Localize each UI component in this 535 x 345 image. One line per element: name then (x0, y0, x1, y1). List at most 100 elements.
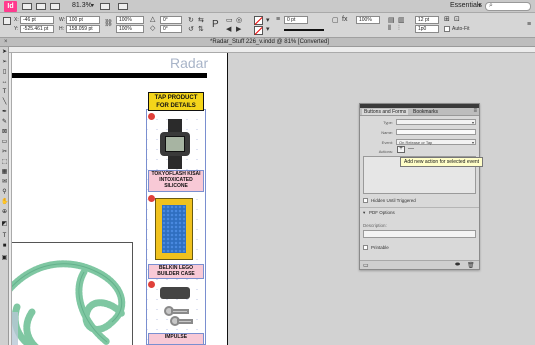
page-tool-icon[interactable]: ▯ (1, 69, 8, 75)
y-position-field[interactable]: -525.461 pt (20, 25, 54, 33)
preview-spread-icon[interactable]: ▭ (363, 262, 369, 269)
pencil-tool-icon[interactable]: ✎ (1, 119, 8, 125)
rectangle-tool-icon[interactable]: ▭ (1, 139, 8, 145)
width-field[interactable]: 100 pt (66, 16, 100, 24)
remove-action-button[interactable]: — (408, 146, 414, 152)
select-container-icon[interactable]: ▭ (226, 16, 233, 24)
column-gutter-field[interactable]: 1p0 (415, 25, 439, 33)
flip-horizontal-icon[interactable]: ⇆ (198, 16, 204, 24)
apply-color-icon[interactable]: ■ (1, 243, 8, 249)
drop-shadow-icon[interactable]: ▢ (332, 16, 339, 24)
bridge-icon[interactable] (22, 3, 32, 10)
zoom-level[interactable]: 81.3% (72, 2, 92, 9)
indesign-logo[interactable]: Id (4, 1, 17, 12)
image-frame[interactable] (12, 242, 133, 345)
remote-product-image[interactable] (160, 287, 190, 299)
fill-swatch[interactable] (254, 16, 263, 25)
x-position-field[interactable]: -46 pt (20, 16, 54, 24)
text-frame-options-icon[interactable]: ▥ (398, 16, 405, 24)
flip-vertical-icon[interactable]: ⇅ (198, 25, 204, 33)
lego-case-product-image[interactable] (155, 198, 193, 260)
event-select[interactable]: On Release or Tap ▾ (396, 139, 476, 145)
type-select[interactable]: ▾ (396, 119, 476, 125)
gradient-tool-icon[interactable]: ▦ (1, 169, 8, 175)
control-panel-menu-icon[interactable]: ≡ (527, 21, 531, 28)
line-tool-icon[interactable]: ╲ (1, 99, 8, 105)
rectangle-frame-tool-icon[interactable]: ⊠ (1, 129, 8, 135)
height-field[interactable]: 158.059 pt (66, 25, 100, 33)
fitting-icon[interactable]: ⊞ (444, 15, 450, 23)
pen-tool-icon[interactable]: ✒ (1, 109, 8, 115)
fill-stroke-icon[interactable]: ◩ (1, 221, 8, 227)
hand-tool-icon[interactable]: ✋ (1, 199, 8, 205)
zoom-tool-icon[interactable]: ⊕ (1, 209, 8, 215)
chevron-down-icon[interactable]: ▾ (266, 16, 270, 24)
watch-product-image[interactable] (157, 119, 193, 169)
rotate-ccw-icon[interactable]: ↺ (188, 25, 194, 33)
button-marker-icon[interactable] (148, 195, 155, 202)
text-wrap-icon[interactable]: ▤ (388, 16, 395, 24)
formatting-icon[interactable]: T (1, 233, 8, 239)
chevron-down-icon[interactable]: ▾ (478, 2, 481, 9)
product-label-watch[interactable]: TOKYOFLASH KISAI INTOXICATED SILICONE (148, 170, 204, 192)
select-content-icon[interactable]: ◎ (236, 16, 242, 24)
inset-field[interactable]: 12 pt (415, 16, 439, 24)
layout-icon[interactable] (118, 3, 128, 10)
type-tool-icon[interactable]: T (1, 89, 8, 95)
panel-menu-icon[interactable]: ≡ (473, 108, 477, 114)
scale-x-field[interactable]: 100% (116, 16, 144, 24)
gap-tool-icon[interactable]: ↔ (1, 79, 8, 85)
view-options-icon[interactable] (36, 3, 46, 10)
paragraph-direction-icon[interactable]: P (212, 19, 219, 30)
convert-to-button-icon[interactable]: ⬬ (455, 262, 460, 269)
screen-mode-icon[interactable]: ▣ (1, 255, 8, 261)
name-input[interactable] (396, 129, 476, 135)
pdf-options-heading[interactable]: PDF Options (369, 210, 395, 215)
trash-icon[interactable]: 🗑 (467, 262, 475, 269)
chevron-down-icon[interactable]: ▾ (266, 25, 270, 33)
screen-mode-icon[interactable] (50, 3, 60, 10)
keys-product-image[interactable] (160, 303, 194, 329)
stroke-swatch[interactable] (254, 26, 263, 35)
rotation-angle-field[interactable]: 0° (160, 16, 182, 24)
scale-y-field[interactable]: 100% (116, 25, 144, 33)
align-icon[interactable]: ⫴ (388, 25, 391, 33)
select-previous-icon[interactable]: ◀ (226, 25, 231, 33)
printable-checkbox[interactable] (363, 245, 368, 250)
chevron-down-icon[interactable]: ▾ (91, 2, 94, 9)
hidden-until-triggered-checkbox[interactable] (363, 198, 368, 203)
free-transform-tool-icon[interactable]: ⬚ (1, 159, 8, 165)
select-next-icon[interactable]: ▶ (236, 25, 241, 33)
tap-product-banner[interactable]: TAP PRODUCT FOR DETAILS (148, 92, 204, 111)
document-tab-title[interactable]: *Radar_Stuff 226_v.indd @ 81% [Converted… (210, 39, 329, 45)
button-marker-icon[interactable] (148, 113, 155, 120)
direct-selection-tool-icon[interactable]: ➢ (1, 59, 8, 65)
selection-tool-icon[interactable]: ➤ (1, 49, 8, 55)
constrain-proportions-icon[interactable]: ⛓ (104, 19, 113, 27)
product-label-impulse[interactable]: IMPULSE (148, 333, 204, 345)
button-marker-icon[interactable] (148, 281, 155, 288)
eyedropper-tool-icon[interactable]: ⚲ (1, 189, 8, 195)
close-icon[interactable]: × (4, 39, 8, 45)
effects-icon[interactable]: fx (342, 16, 347, 23)
reference-point-icon[interactable] (3, 17, 11, 25)
stroke-weight-field[interactable]: 0 pt (284, 16, 308, 24)
distribute-icon[interactable]: ⫶ (398, 25, 400, 33)
product-label-lego[interactable]: BELKIN LEGO BUILDER CASE (148, 264, 204, 279)
tab-buttons-and-forms[interactable]: Buttons and Forms (362, 109, 409, 115)
pdf-options-disclosure-icon[interactable]: ▾ (363, 210, 365, 216)
tab-bookmarks[interactable]: Bookmarks (413, 109, 438, 115)
stroke-type-preview[interactable] (284, 29, 324, 31)
note-tool-icon[interactable]: ✉ (1, 179, 8, 185)
buttons-and-forms-panel[interactable]: Buttons and Forms Bookmarks ≡ Type: ▾ Na… (359, 103, 480, 270)
description-field[interactable] (363, 230, 476, 238)
arrange-documents-icon[interactable] (100, 3, 110, 10)
add-action-button[interactable]: + (397, 146, 405, 153)
scissors-tool-icon[interactable]: ✂ (1, 149, 8, 155)
help-search-input[interactable]: ⌕ (485, 2, 531, 11)
opacity-field[interactable]: 100% (356, 16, 380, 24)
shear-angle-field[interactable]: 0° (160, 25, 182, 33)
auto-fit-checkbox[interactable] (444, 26, 450, 32)
rotate-cw-icon[interactable]: ↻ (188, 16, 194, 24)
fit-content-icon[interactable]: ⊡ (454, 15, 460, 23)
